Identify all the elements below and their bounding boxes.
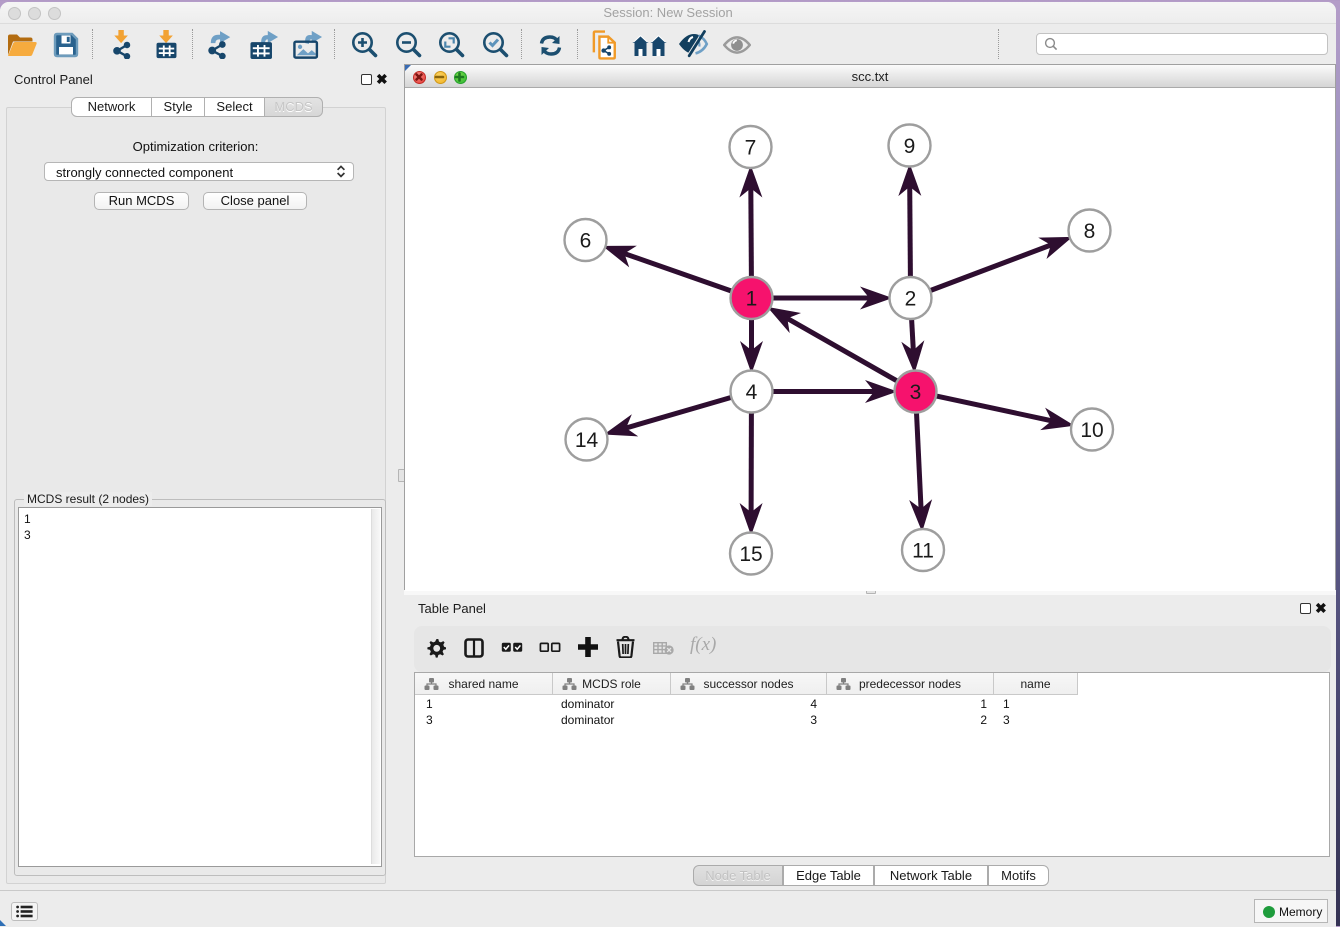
svg-text:4: 4 xyxy=(746,381,758,404)
svg-text:9: 9 xyxy=(904,135,916,158)
svg-text:10: 10 xyxy=(1080,419,1103,442)
svg-text:3: 3 xyxy=(910,381,922,404)
svg-text:6: 6 xyxy=(580,230,592,253)
svg-text:11: 11 xyxy=(912,540,934,563)
svg-text:14: 14 xyxy=(575,429,599,452)
svg-text:1: 1 xyxy=(746,288,758,311)
svg-text:7: 7 xyxy=(745,137,757,160)
svg-text:15: 15 xyxy=(739,543,762,566)
svg-text:2: 2 xyxy=(905,288,917,311)
svg-text:8: 8 xyxy=(1084,220,1096,243)
